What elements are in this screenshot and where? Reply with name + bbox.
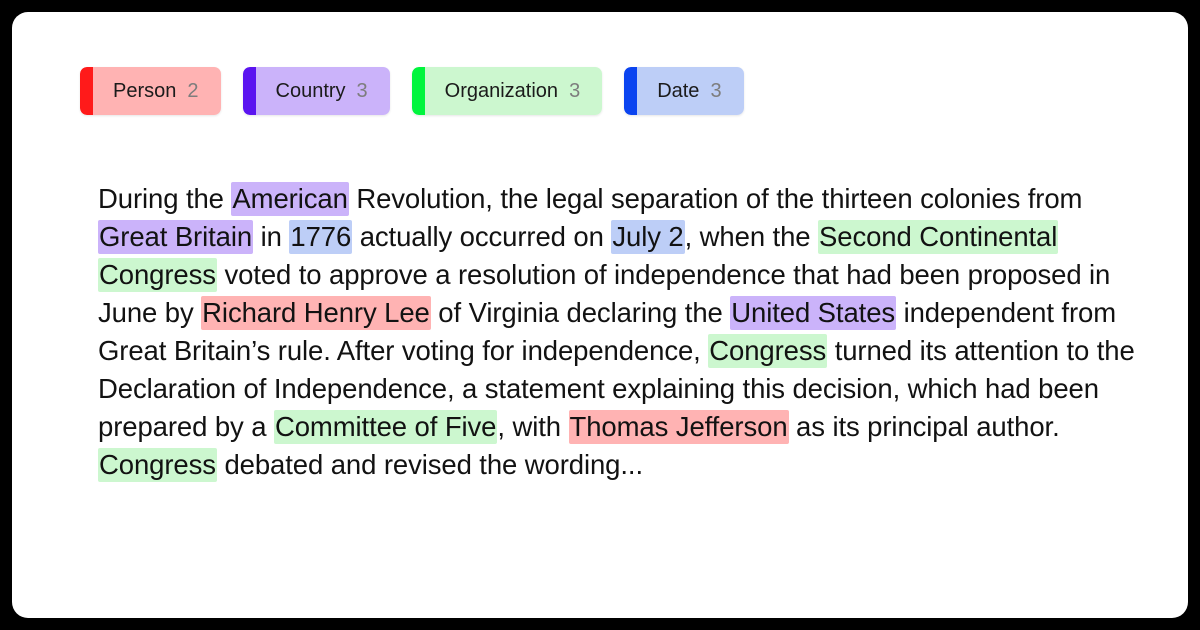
- legend-chip-count: 3: [710, 80, 722, 102]
- entity-country[interactable]: United States: [730, 296, 897, 330]
- annotation-card: Person 2 Country 3 Organization 3 Date 3 During…: [12, 12, 1188, 618]
- legend-chip-count: 3: [356, 80, 368, 102]
- passage-text: Revolution, the legal separation of the …: [348, 183, 1083, 214]
- legend-chip-color-bar: [80, 67, 93, 115]
- legend-chip-color-bar: [242, 67, 256, 115]
- passage-text: as its principal author.: [788, 411, 1060, 442]
- legend-chip-color-bar: [624, 67, 638, 115]
- entity-date[interactable]: 1776: [289, 220, 353, 254]
- legend-chip-person[interactable]: Person 2: [80, 67, 221, 115]
- legend-chip-count: 3: [569, 80, 581, 102]
- passage-text: of Virginia declaring the: [430, 297, 731, 328]
- legend-chip-body: Organization 3: [424, 67, 603, 115]
- passage-text: debated and revised the wording...: [216, 449, 644, 480]
- entity-organization[interactable]: Congress: [708, 334, 828, 368]
- legend-chip-color-bar: [411, 67, 425, 115]
- entity-country[interactable]: American: [231, 182, 349, 216]
- entity-person[interactable]: Thomas Jefferson: [568, 410, 789, 444]
- legend-chip-count: 2: [187, 80, 199, 102]
- legend-chip-body: Country 3: [255, 67, 390, 115]
- legend-chip-label: Organization: [444, 80, 559, 102]
- entity-date[interactable]: July 2: [611, 220, 685, 254]
- passage-text: During the: [98, 183, 232, 214]
- entity-person[interactable]: Richard Henry Lee: [201, 296, 431, 330]
- entity-country[interactable]: Great Britain: [98, 220, 254, 254]
- legend-chip-country[interactable]: Country 3: [242, 67, 390, 115]
- legend-chip-label: Date: [657, 80, 700, 102]
- legend-chip-body: Person 2: [93, 67, 221, 115]
- entity-organization[interactable]: Committee of Five: [273, 410, 498, 444]
- legend-chip-label: Country: [275, 80, 346, 102]
- passage-text: in: [253, 221, 290, 252]
- entity-legend: Person 2 Country 3 Organization 3 Date 3: [80, 67, 744, 115]
- legend-chip-organization[interactable]: Organization 3: [411, 67, 603, 115]
- entity-organization[interactable]: Congress: [98, 448, 217, 482]
- annotated-passage: During the American Revolution, the lega…: [98, 180, 1138, 484]
- passage-text: , with: [497, 411, 569, 442]
- passage-text: actually occurred on: [352, 221, 612, 252]
- passage-text: , when the: [684, 221, 819, 252]
- legend-chip-body: Date 3: [637, 67, 744, 115]
- legend-chip-label: Person: [113, 80, 177, 102]
- legend-chip-date[interactable]: Date 3: [624, 67, 744, 115]
